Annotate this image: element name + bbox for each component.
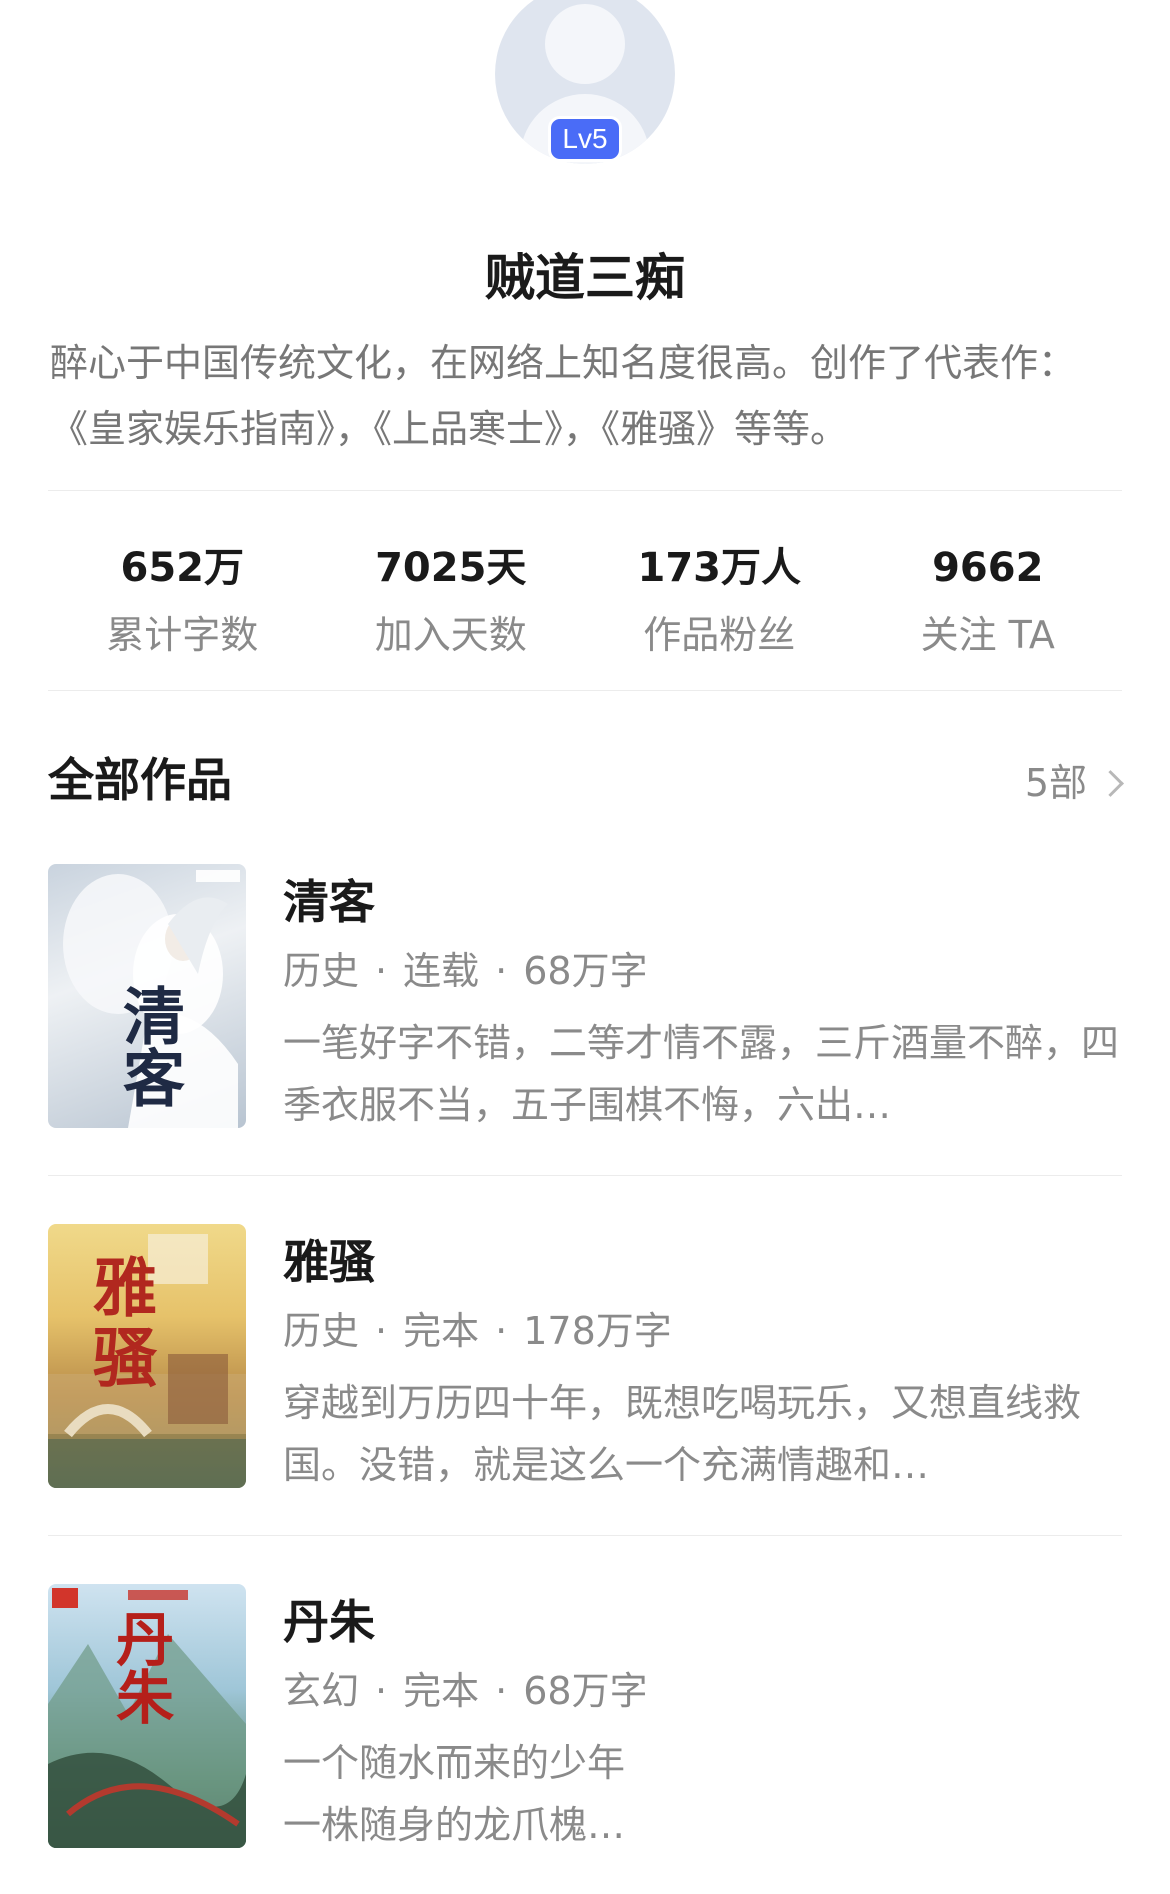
- cover-title-text: 清客: [112, 984, 185, 1108]
- book-item[interactable]: 清客 清客 历史 · 连载 · 68万字 一笔好字不错，二等才情不露，三斤酒量不醉，四季…: [48, 864, 1122, 1128]
- stat-value: 7025天: [375, 545, 527, 591]
- works-section-title: 全部作品: [48, 753, 232, 807]
- book-title: 雅骚: [283, 1235, 375, 1289]
- book-genre: 历史: [283, 949, 360, 993]
- separator-dot: ·: [495, 1669, 508, 1713]
- divider: [48, 490, 1122, 491]
- book-meta: 历史 · 完本 · 178万字: [283, 1304, 672, 1358]
- stat-total-words: 652万 累计字数: [48, 540, 317, 662]
- book-title: 清客: [283, 875, 375, 929]
- book-cover[interactable]: 清客: [48, 864, 246, 1128]
- stat-value: 9662: [932, 545, 1044, 591]
- book-meta: 玄幻 · 完本 · 68万字: [283, 1664, 648, 1718]
- book-item[interactable]: 丹朱 丹朱 玄幻 · 完本 · 68万字 一个随水而来的少年 一株随身的龙爪槐…: [48, 1584, 1122, 1848]
- chevron-right-icon: [1097, 769, 1124, 797]
- book-word-count: 178万字: [523, 1309, 672, 1353]
- stat-label: 加入天数: [374, 613, 527, 657]
- stat-fans[interactable]: 173万人 作品粉丝: [585, 540, 854, 662]
- book-item[interactable]: 雅骚 雅骚 历史 · 完本 · 178万字 穿越到万历四十年，既想吃喝玩乐，又想直线救国…: [48, 1224, 1122, 1488]
- cover-title-text: 雅骚: [82, 1254, 157, 1394]
- book-status: 连载: [403, 949, 480, 993]
- works-count-link[interactable]: 5部: [1024, 755, 1124, 811]
- stat-join-days: 7025天 加入天数: [317, 540, 586, 662]
- author-bio: 醉心于中国传统文化，在网络上知名度很高。创作了代表作：《皇家娱乐指南》，《上品寒…: [50, 341, 1077, 451]
- separator-dot: ·: [375, 1669, 388, 1713]
- book-genre: 历史: [283, 1309, 360, 1353]
- separator-dot: ·: [495, 1309, 508, 1353]
- book-cover[interactable]: 丹朱: [48, 1584, 246, 1848]
- divider: [48, 1175, 1122, 1176]
- stat-following[interactable]: 9662 关注 TA: [854, 540, 1123, 662]
- book-status: 完本: [403, 1669, 480, 1713]
- book-description: 一笔好字不错，二等才情不露，三斤酒量不醉，四季衣服不当，五子围棋不悔，六出…: [283, 1021, 1120, 1127]
- stat-label: 关注 TA: [920, 613, 1055, 657]
- separator-dot: ·: [495, 949, 508, 993]
- stats-row: 652万 累计字数 7025天 加入天数 173万人 作品粉丝 9662 关注 …: [48, 540, 1122, 662]
- divider: [48, 1535, 1122, 1536]
- book-meta: 历史 · 连载 · 68万字: [283, 944, 648, 998]
- works-count: 5部: [1024, 761, 1087, 805]
- stat-label: 作品粉丝: [643, 613, 796, 657]
- stat-value: 173万人: [637, 545, 802, 591]
- book-genre: 玄幻: [283, 1669, 360, 1713]
- book-cover[interactable]: 雅骚: [48, 1224, 246, 1488]
- level-badge: Lv5: [548, 116, 622, 162]
- author-name: 贼道三痴: [485, 249, 685, 307]
- book-description: 穿越到万历四十年，既想吃喝玩乐，又想直线救国。没错，就是这么一个充满情趣和…: [283, 1381, 1082, 1487]
- book-description: 一个随水而来的少年 一株随身的龙爪槐…: [283, 1741, 626, 1847]
- author-avatar-container[interactable]: Lv5: [495, 0, 675, 164]
- book-title: 丹朱: [283, 1595, 375, 1649]
- avatar-placeholder-head: [545, 4, 625, 84]
- stat-value: 652万: [120, 545, 245, 591]
- book-status: 完本: [403, 1309, 480, 1353]
- cover-title-text: 丹朱: [106, 1609, 174, 1725]
- book-word-count: 68万字: [523, 1669, 648, 1713]
- book-word-count: 68万字: [523, 949, 648, 993]
- divider: [48, 690, 1122, 691]
- stat-label: 累计字数: [106, 613, 259, 657]
- separator-dot: ·: [375, 1309, 388, 1353]
- separator-dot: ·: [375, 949, 388, 993]
